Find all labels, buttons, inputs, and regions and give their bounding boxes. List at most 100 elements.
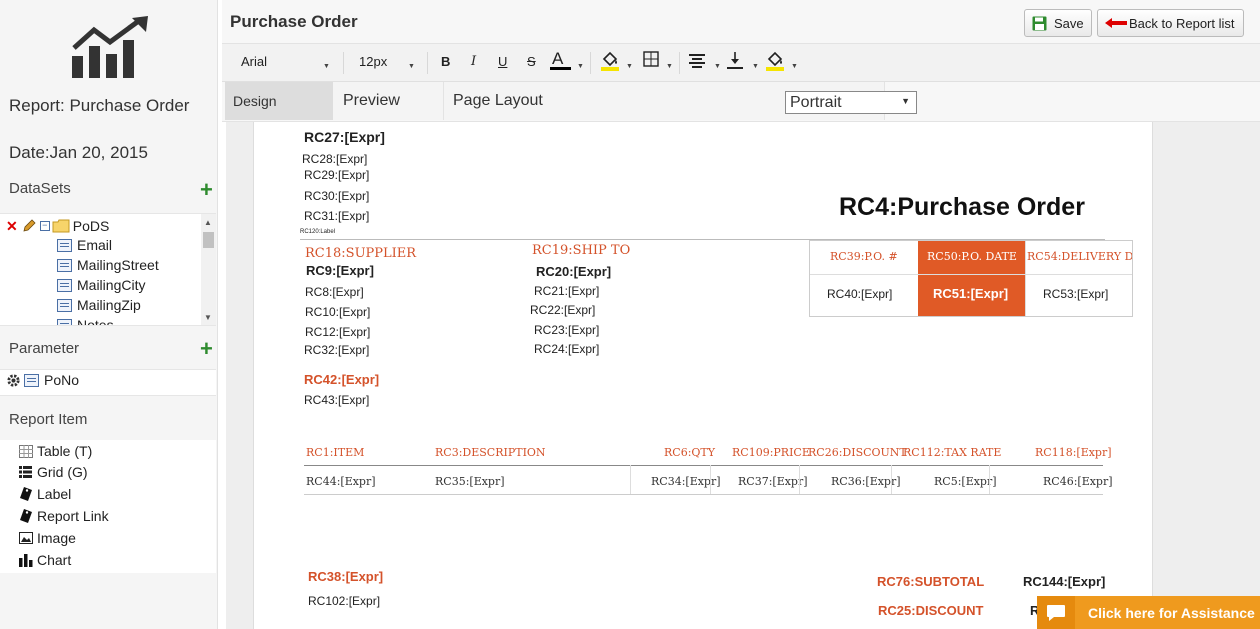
table-cell[interactable]: RC5:[Expr] [934,475,997,488]
italic-button[interactable]: I [471,54,476,69]
chevron-down-icon[interactable]: ▼ [408,63,415,70]
report-cell[interactable]: RC29:[Expr] [304,168,369,182]
report-item-chart[interactable]: Chart [18,550,71,570]
dataset-field[interactable]: MailingStreet [57,255,159,275]
chevron-down-icon[interactable]: ▼ [752,63,759,70]
gear-icon[interactable] [6,373,21,388]
parameter-title: Parameter [9,340,80,357]
report-cell[interactable]: RC28:[Expr] [302,152,367,166]
report-cell[interactable]: RC18:SUPPLIER [305,246,416,261]
save-button[interactable]: Save [1024,9,1092,37]
report-cell[interactable]: RC19:SHIP TO [532,243,630,258]
report-cell[interactable]: RC39:P.O. # [830,250,898,263]
report-cell[interactable]: RC21:[Expr] [534,284,599,298]
parameter-item[interactable]: PoNo [6,372,79,388]
report-cell[interactable]: RC42:[Expr] [304,372,379,387]
table-cell[interactable]: RC37:[Expr] [738,475,808,488]
toolbar-divider [590,52,591,74]
report-cell[interactable]: RC27:[Expr] [304,129,385,145]
tab-preview[interactable]: Preview [333,82,444,120]
cell-background-icon[interactable] [764,49,786,71]
dataset-field[interactable]: MailingZip [57,295,141,315]
report-cell[interactable]: RC50:P.O. DATE [927,250,1017,263]
report-cell[interactable]: RC51:[Expr] [933,286,1008,301]
report-item-label[interactable]: Label [18,484,71,504]
report-cell[interactable]: RC76:SUBTOTAL [877,574,984,589]
report-item-grid[interactable]: Grid (G) [18,462,88,482]
table-header-cell[interactable]: RC109:PRICE [732,446,810,459]
report-cell[interactable]: RC38:[Expr] [308,569,383,584]
border-icon[interactable] [643,51,659,67]
table-header-cell[interactable]: RC112:TAX RATE [903,446,1001,459]
add-dataset-button[interactable]: + [200,179,213,201]
floppy-icon [1032,16,1047,30]
add-parameter-button[interactable]: + [200,338,213,360]
report-cell[interactable]: RC54:DELIVERY DAT [1027,250,1132,263]
report-cell[interactable]: RC144:[Expr] [1023,574,1105,589]
table-header-cell[interactable]: RC3:DESCRIPTION [435,446,546,459]
report-cell[interactable]: RC120:Label [300,229,335,235]
report-cell[interactable]: RC25:DISCOUNT [878,603,983,618]
dataset-field[interactable]: MailingCity [57,275,145,295]
report-cell[interactable]: RC22:[Expr] [530,303,595,317]
report-cell[interactable]: RC8:[Expr] [305,285,364,299]
report-item-image[interactable]: Image [18,528,76,548]
report-cell[interactable]: RC20:[Expr] [536,264,611,279]
report-cell[interactable]: RC53:[Expr] [1043,287,1108,301]
report-cell[interactable]: RC10:[Expr] [305,305,370,319]
fill-color-icon[interactable] [599,49,621,71]
table-cell[interactable]: RC46:[Expr] [1043,475,1113,488]
scroll-thumb[interactable] [203,232,214,248]
table-cell[interactable]: RC35:[Expr] [435,475,505,488]
bold-button[interactable]: B [441,54,450,69]
table-cell[interactable]: RC44:[Expr] [306,475,376,488]
delete-icon[interactable]: ✕ [6,219,18,233]
report-cell[interactable]: RC102:[Expr] [308,594,380,608]
chevron-down-icon[interactable]: ▼ [791,63,798,70]
report-cell[interactable]: RC30:[Expr] [304,189,369,203]
align-center-icon[interactable] [689,54,705,68]
dataset-scrollbar[interactable]: ▲ ▼ [201,214,216,325]
report-cell[interactable]: RC43:[Expr] [304,393,369,407]
arrow-left-icon [1105,18,1127,28]
font-color-button[interactable]: A [552,49,563,69]
font-family-select[interactable]: Arial [241,54,267,69]
sidebar: Report: Purchase Order Date:Jan 20, 2015… [0,0,218,629]
vertical-align-bottom-icon[interactable] [727,52,743,69]
chevron-down-icon[interactable]: ▼ [714,63,721,70]
page-orientation-select[interactable]: Portrait ▼ [785,91,917,114]
edit-icon[interactable] [22,219,36,233]
report-cell[interactable]: RC9:[Expr] [306,263,374,278]
report-title-cell[interactable]: RC4:Purchase Order [839,193,1085,222]
strikethrough-button[interactable]: S [527,54,536,69]
label-icon [18,487,33,501]
report-item-table[interactable]: Table (T) [18,441,92,461]
dataset-field[interactable]: Notes [57,315,114,325]
table-header-cell[interactable]: RC118:[Expr] [1035,446,1112,459]
dataset-root[interactable]: ✕ − PoDS [6,216,109,236]
assistance-chat-button[interactable]: Click here for Assistance [1037,596,1260,629]
dataset-field[interactable]: Email [57,235,112,255]
chevron-down-icon[interactable]: ▼ [626,63,633,70]
collapse-icon[interactable]: − [39,221,50,231]
table-header-cell[interactable]: RC26:DISCOUNT [808,446,907,459]
table-header-cell[interactable]: RC6:QTY [664,446,715,459]
report-cell[interactable]: RC12:[Expr] [305,325,370,339]
scroll-up-icon[interactable]: ▲ [204,218,212,227]
report-cell[interactable]: RC31:[Expr] [304,209,369,223]
report-cell[interactable]: RC32:[Expr] [304,343,369,357]
report-cell[interactable]: RC23:[Expr] [534,323,599,337]
report-item-report-link[interactable]: Report Link [18,506,109,526]
table-row-line [304,494,1103,495]
chevron-down-icon[interactable]: ▼ [666,63,673,70]
report-cell[interactable]: RC40:[Expr] [827,287,892,301]
font-size-select[interactable]: 12px [359,54,387,69]
report-cell[interactable]: RC24:[Expr] [534,342,599,356]
chevron-down-icon[interactable]: ▼ [577,63,584,70]
tab-design[interactable]: Design [225,82,333,120]
back-to-report-list-button[interactable]: Back to Report list [1097,9,1244,37]
underline-button[interactable]: U [498,54,507,69]
chevron-down-icon[interactable]: ▼ [323,63,330,70]
table-header-cell[interactable]: RC1:ITEM [306,446,364,459]
scroll-down-icon[interactable]: ▼ [204,313,212,322]
